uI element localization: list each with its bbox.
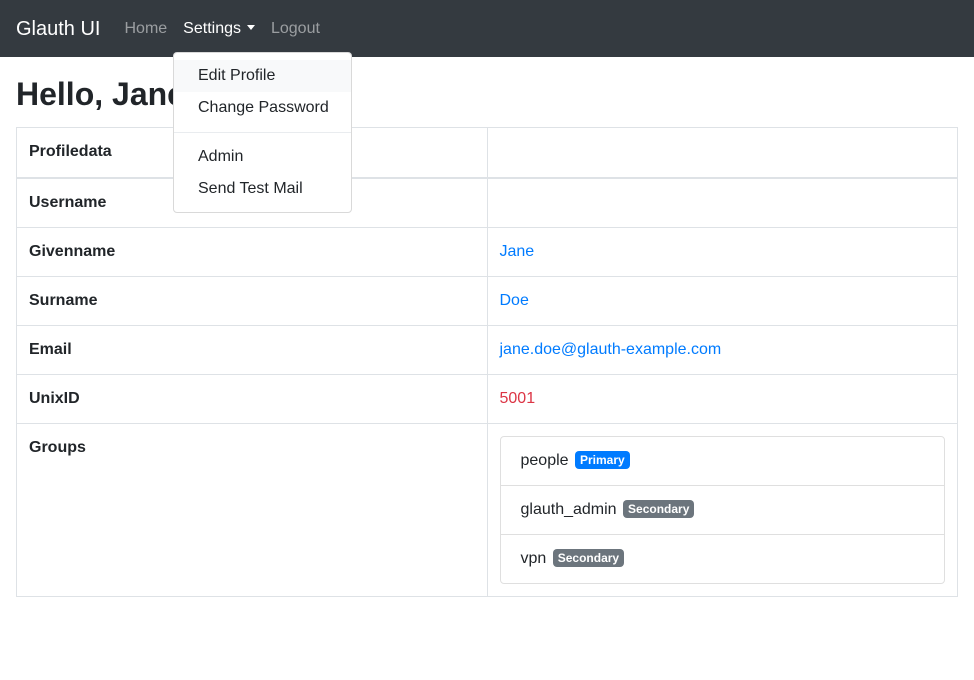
group-name: glauth_admin bbox=[520, 500, 617, 518]
brand-logo[interactable]: Glauth UI bbox=[16, 19, 100, 39]
settings-dropdown-menu: Edit Profile Change Password Admin Send … bbox=[173, 52, 352, 213]
status-badge: Secondary bbox=[623, 499, 695, 518]
value-groups: people Primary glauth_admin Secondary vp… bbox=[486, 422, 958, 597]
menu-item-edit-profile[interactable]: Edit Profile bbox=[174, 60, 351, 92]
value-givenname: Jane bbox=[486, 226, 958, 277]
nav-logout-link[interactable]: Logout bbox=[263, 12, 328, 46]
profile-table: Profiledata Username Givenname Jane Surn… bbox=[16, 127, 958, 597]
label-surname: Surname bbox=[16, 275, 488, 326]
menu-item-admin[interactable]: Admin bbox=[174, 141, 351, 173]
page-title: Hello, Jane bbox=[16, 76, 185, 112]
groups-list: people Primary glauth_admin Secondary vp… bbox=[499, 435, 945, 584]
status-badge: Secondary bbox=[552, 548, 625, 567]
top-navbar: Glauth UI Home Settings Logout bbox=[0, 0, 974, 57]
label-unixid: UnixID bbox=[16, 373, 488, 424]
value-unixid: 5001 bbox=[486, 373, 958, 424]
nav-settings-dropdown[interactable]: Settings bbox=[175, 12, 263, 46]
table-row-unixid: UnixID 5001 bbox=[16, 373, 958, 424]
table-row-email: Email jane.doe@glauth-example.com bbox=[16, 324, 958, 375]
table-row-surname: Surname Doe bbox=[16, 275, 958, 326]
list-item: glauth_admin Secondary bbox=[500, 486, 944, 535]
table-row-username: Username bbox=[16, 177, 958, 228]
label-givenname: Givenname bbox=[16, 226, 488, 277]
menu-item-change-password[interactable]: Change Password bbox=[174, 92, 351, 124]
menu-divider bbox=[174, 132, 351, 133]
label-email: Email bbox=[16, 324, 488, 375]
list-item: people Primary bbox=[500, 437, 944, 486]
value-email: jane.doe@glauth-example.com bbox=[486, 324, 958, 375]
label-groups: Groups bbox=[16, 422, 488, 597]
table-row-givenname: Givenname Jane bbox=[16, 226, 958, 277]
nav-settings-label: Settings bbox=[183, 19, 241, 37]
status-badge: Primary bbox=[575, 450, 630, 469]
menu-item-send-test-mail[interactable]: Send Test Mail bbox=[174, 173, 351, 205]
caret-down-icon bbox=[246, 24, 255, 30]
value-surname: Doe bbox=[486, 275, 958, 326]
table-row-groups: Groups people Primary glauth_admin Secon… bbox=[16, 422, 958, 597]
list-item: vpn Secondary bbox=[501, 535, 945, 583]
group-name: vpn bbox=[520, 549, 547, 567]
header-empty bbox=[486, 127, 958, 179]
nav-home-link[interactable]: Home bbox=[116, 12, 175, 46]
value-username bbox=[486, 177, 958, 228]
group-name: people bbox=[520, 451, 569, 469]
table-header-row: Profiledata bbox=[16, 127, 958, 179]
